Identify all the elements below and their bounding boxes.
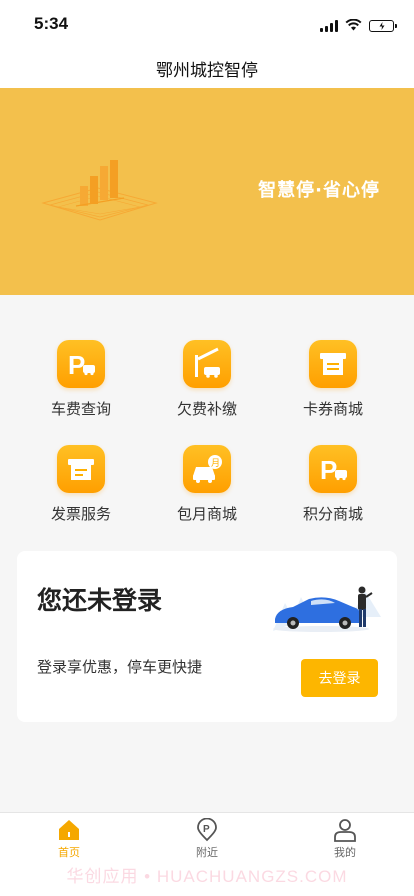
menu-item-points-shop[interactable]: P 积分商城 (273, 445, 393, 524)
login-card: 您还未登录 登录享优惠，停车更快捷 去登录 (17, 551, 397, 722)
tab-mine[interactable]: 我的 (305, 818, 385, 860)
svg-text:月: 月 (211, 458, 220, 469)
tab-home[interactable]: 首页 (29, 818, 109, 860)
svg-text:P: P (68, 350, 85, 380)
banner[interactable]: 智慧停·省心停 (0, 88, 414, 295)
menu-item-coupon-shop[interactable]: 卡券商城 (273, 340, 393, 419)
home-icon (59, 820, 79, 840)
login-card-description: 登录享优惠，停车更快捷 (37, 658, 203, 676)
status-bar: 5:34 (0, 0, 414, 48)
watermark: 华创应用 • HUACHUANGZS.COM (66, 867, 348, 886)
status-time: 5:34 (34, 14, 69, 33)
car-illustration-icon (273, 586, 381, 632)
coupon-shop-icon (309, 340, 357, 388)
status-icons (320, 16, 397, 35)
wifi-icon (345, 16, 362, 35)
tab-label: 附近 (196, 846, 218, 859)
menu-item-arrears[interactable]: 欠费补缴 (147, 340, 267, 419)
svg-text:P: P (320, 455, 337, 485)
cellular-signal-icon (320, 19, 338, 32)
menu-label: 欠费补缴 (176, 400, 237, 418)
menu-item-monthly-pass[interactable]: 月 包月商城 (147, 445, 267, 524)
menu-label: 车费查询 (50, 400, 111, 418)
banner-slogan: 智慧停·省心停 (258, 180, 380, 201)
menu-item-fee-query[interactable]: P 车费查询 (21, 340, 141, 419)
user-icon (334, 819, 356, 842)
monthly-pass-icon: 月 (183, 445, 231, 493)
login-button[interactable]: 去登录 (301, 659, 378, 697)
battery-icon (369, 19, 397, 32)
tab-nearby[interactable]: P 附近 (167, 818, 247, 860)
page-title: 鄂州城控智停 (156, 60, 258, 81)
menu-label: 发票服务 (50, 505, 111, 523)
tab-label: 首页 (58, 846, 80, 859)
points-parking-icon: P (309, 445, 357, 493)
menu-label: 卡券商城 (302, 400, 363, 418)
tab-label: 我的 (334, 846, 356, 859)
login-card-title: 您还未登录 (37, 586, 163, 615)
menu-label: 积分商城 (302, 505, 363, 523)
location-parking-icon: P (197, 818, 217, 842)
barrier-gate-icon (183, 340, 231, 388)
bar-chart-illustration-icon (41, 160, 158, 221)
invoice-icon (57, 445, 105, 493)
svg-text:P: P (203, 824, 210, 835)
menu-item-invoice[interactable]: 发票服务 (21, 445, 141, 524)
parking-car-icon: P (57, 340, 105, 388)
menu-label: 包月商城 (176, 505, 237, 523)
nav-bar: 鄂州城控智停 (0, 48, 414, 88)
